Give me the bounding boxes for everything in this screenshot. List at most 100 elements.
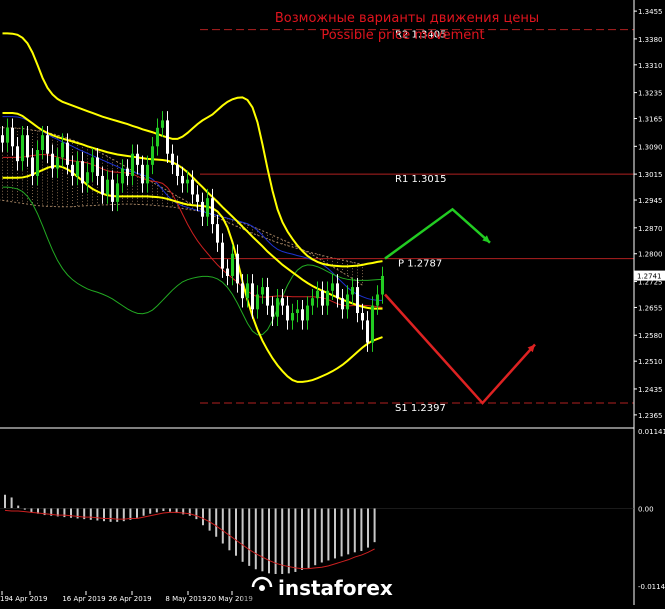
candle-body [96,157,99,176]
candle-body [246,283,249,299]
price-tick-label: 1.2435 [638,386,663,394]
price-tick-label: 1.3090 [638,143,663,151]
candle-body [266,287,269,306]
candle-body [1,135,4,143]
title-russian: Возможные варианты движения цены [275,11,539,26]
price-tick-label: 1.2365 [638,412,663,420]
price-tick-label: 1.2870 [638,225,663,233]
price-chart: R2 1.3405R1 1.3015P 1.2787S1 1.2397 1.34… [0,0,665,605]
price-tick-label: 1.3455 [638,8,663,16]
candle-body [331,283,334,291]
candle-body [121,168,124,184]
candle-body [301,309,304,321]
candle-body [66,142,69,165]
candle-body [326,290,329,306]
candle-body [346,294,349,310]
candle-body [136,153,139,165]
candle-body [261,287,264,295]
candle-body [206,198,209,217]
price-tick-label: 1.2800 [638,251,663,259]
candle-body [236,253,239,284]
candle-body [76,161,79,176]
candle-body [81,161,84,184]
candle-body [366,320,369,343]
candle-body [321,290,324,306]
candle-body [41,135,44,151]
price-tick-label: 1.2510 [638,358,663,366]
current-price-label: 1.2741 [637,273,662,281]
price-tick-label: 1.3235 [638,90,663,98]
candle-body [141,164,144,184]
date-tick-label: 16 Apr 2019 [62,595,105,603]
candle-body [336,283,339,299]
candle-body [126,168,129,176]
candle-body [256,294,259,310]
title-english: Possible price movement [321,28,484,43]
watermark-text: instaforex [278,576,393,600]
candle-body [86,172,89,184]
candle-body [6,127,9,143]
candle-body [201,201,204,217]
candle-body [316,290,319,299]
candle-body [281,298,284,306]
candle-body [151,146,154,165]
price-tick-label: 1.3165 [638,116,663,124]
macd-tick-label: 0.01141 [638,428,665,436]
candle-body [36,150,39,176]
candle-body [91,157,94,173]
macd-tick-label: 0.00 [638,505,654,513]
price-tick-label: 1.3015 [638,171,663,179]
candle-body [71,164,74,176]
candle-body [371,305,374,343]
candle-body [291,313,294,321]
candle-body [131,153,134,176]
candle-body [381,275,384,295]
date-tick-label: 26 Apr 2019 [108,595,151,603]
level-label-s1: S1 1.2397 [395,403,446,414]
candle-body [166,120,169,154]
candle-body [251,283,254,310]
candle-body [181,175,184,184]
candle-body [161,120,164,128]
candle-body [106,179,109,195]
price-tick-label: 1.3310 [638,62,663,70]
level-label-r1: R1 1.3015 [395,174,446,185]
watermark: instaforex [242,574,427,605]
candle-body [56,157,59,169]
candle-body [276,298,279,317]
candle-body [51,153,54,169]
candle-body [196,194,199,202]
candle-body [111,179,114,202]
date-tick-label: 4 Apr 2019 [9,595,48,603]
candle-body [101,175,104,195]
forex-chart-window: R2 1.3405 R1 1.3015 P 1.2787 S1 1.2397 1.34… [0,0,665,605]
candle-body [146,164,149,184]
candle-body [286,305,289,321]
candle-body [116,183,119,202]
candle-body [21,135,24,162]
candle-body [311,298,314,306]
candle-body [361,313,364,321]
price-tick-label: 1.3380 [638,36,663,44]
candle-body [216,224,219,243]
candle-body [31,157,34,176]
candle-body [11,127,14,147]
candle-body [231,253,234,276]
candle-body [186,179,189,184]
candle-body [191,179,194,195]
candle-body [226,268,229,276]
price-tick-label: 1.2655 [638,304,663,312]
candle-body [61,142,64,158]
candle-body [176,164,179,176]
candle-body [376,294,379,306]
date-tick-label: 8 May 2019 [165,595,206,603]
macd-tick-label: -0.01147 [638,583,665,591]
candle-body [351,287,354,295]
candle-body [271,305,274,317]
candle-body [26,135,29,158]
candle-body [156,127,159,147]
candle-body [356,287,359,314]
date-tick-label: 19 [0,595,9,603]
price-tick-label: 1.2580 [638,332,663,340]
candle-body [341,298,344,310]
